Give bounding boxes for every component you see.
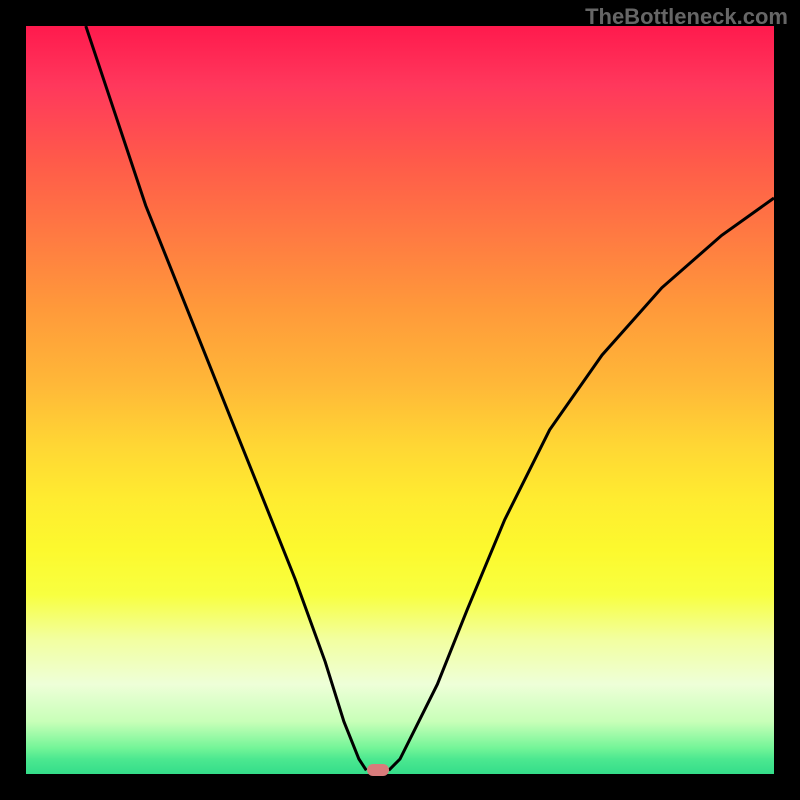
chart-plot-area [26, 26, 774, 774]
left-curve-path [86, 26, 367, 770]
watermark-text: TheBottleneck.com [585, 4, 788, 30]
minimum-marker [367, 764, 389, 776]
right-curve-path [389, 198, 774, 770]
chart-curve [26, 26, 774, 774]
